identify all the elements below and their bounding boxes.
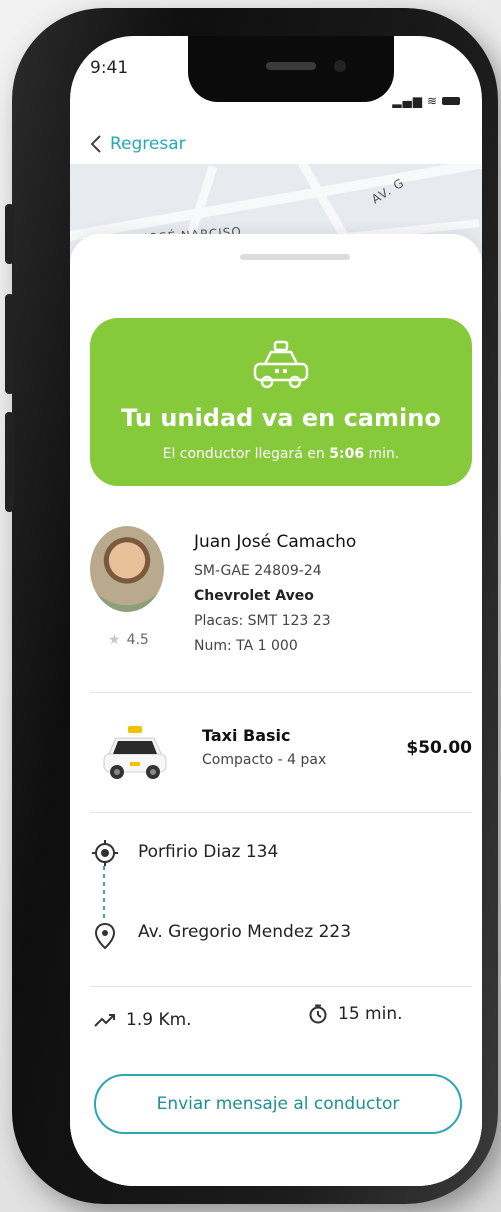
driver-card: ★ 4.5 Juan José Camacho SM-GAE 24809-24 … [90,526,472,676]
phone-volume-down [5,412,14,512]
origin-target-icon [92,840,118,866]
message-driver-button[interactable]: Enviar mensaje al conductor [94,1074,462,1134]
speaker [266,62,316,70]
unit-number: Num: TA 1 000 [194,638,298,654]
trip-sheet: Tu unidad va en camino El conductor lleg… [70,234,482,1186]
driver-name: Juan José Camacho [194,532,357,552]
wifi-icon: ≋ [426,94,438,108]
status-banner: Tu unidad va en camino El conductor lleg… [90,318,472,486]
divider [90,812,472,813]
ride-description: Compacto - 4 pax [202,752,327,768]
route-origin: Porfirio Diaz 134 [138,842,279,862]
eta-prefix: El conductor llegará en [162,446,325,462]
camera [334,60,346,72]
divider [90,986,472,987]
trend-arrow-icon [94,1014,115,1027]
route-connector [103,866,105,918]
duration-value: 15 min. [338,1004,403,1024]
status-time: 9:41 [90,58,129,78]
driver-rating: ★ 4.5 [108,632,149,648]
driver-plate-code: SM-GAE 24809-24 [194,563,322,579]
destination-pin-icon [94,922,116,950]
driver-info: Juan José Camacho SM-GAE 24809-24 Chevro… [194,532,356,663]
trip-metrics: 1.9 Km. 15 min. [90,1004,472,1044]
notch [188,36,394,102]
banner-title: Tu unidad va en camino [121,404,441,432]
car-model: Chevrolet Aveo [194,588,314,604]
phone-side-button [5,204,14,264]
battery-icon [442,97,460,105]
phone-screen: 9:41 ▂▄▆ ≋ Regresar JOSÉ NARCISO AV. G [70,36,482,1186]
phone-frame: 9:41 ▂▄▆ ≋ Regresar JOSÉ NARCISO AV. G [5,8,498,1204]
duration-metric: 15 min. [308,1004,403,1024]
back-button[interactable]: Regresar [90,134,186,154]
route-destination: Av. Gregorio Mendez 223 [138,922,352,942]
distance-value: 1.9 Km. [126,1010,192,1030]
ride-name: Taxi Basic [202,726,291,745]
distance-metric: 1.9 Km. [94,1010,192,1030]
taxi-icon [253,340,309,389]
banner-subtitle: El conductor llegará en 5:06 min. [90,446,472,462]
back-label: Regresar [110,134,186,154]
driver-avatar [90,526,164,612]
chevron-left-icon [90,135,101,153]
rating-value: 4.5 [126,632,149,648]
eta-suffix: min. [368,446,400,462]
route-info: Porfirio Diaz 134 Av. Gregorio Mendez 22… [90,834,472,974]
ride-price: $50.00 [406,738,472,758]
status-icons: ▂▄▆ ≋ [392,94,460,108]
divider [90,692,472,693]
timer-icon [309,1004,327,1024]
star-icon: ★ [108,632,121,648]
eta-value: 5:06 [329,446,365,462]
signal-icon: ▂▄▆ [392,94,423,108]
taxi-car-icon [103,726,167,779]
car-plates: Placas: SMT 123 23 [194,613,331,629]
ride-type: Taxi Basic Compacto - 4 pax $50.00 [90,714,472,796]
drag-handle[interactable] [240,254,350,260]
phone-volume-up [5,294,14,394]
